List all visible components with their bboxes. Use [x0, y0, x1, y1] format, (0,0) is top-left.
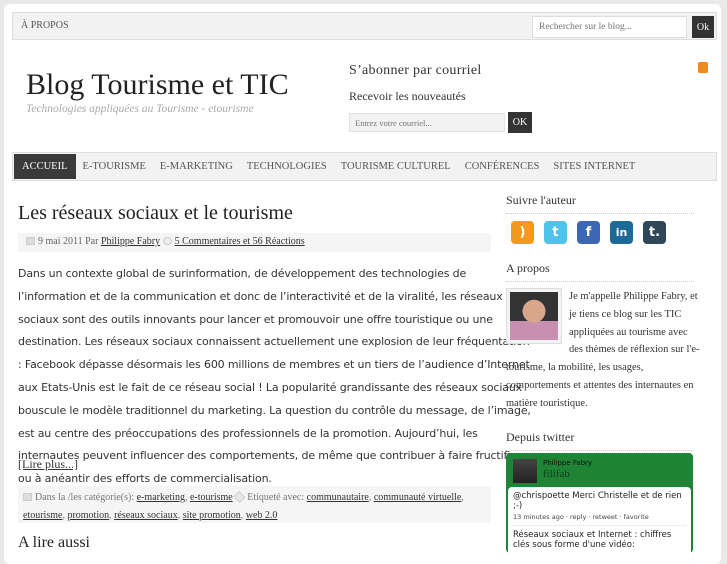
- nav-accueil[interactable]: ACCUEIL: [14, 154, 76, 179]
- tags-label: Etiqueté avec:: [247, 492, 305, 503]
- excerpt-line: sociaux sont des outils innovants pour l…: [18, 312, 493, 326]
- author-photo: [506, 288, 562, 344]
- author-link[interactable]: Philippe Fabry: [101, 236, 160, 247]
- subscribe-heading: S’abonner par courriel: [349, 63, 482, 78]
- excerpt-line: est au centre des préoccupations des pro…: [18, 426, 478, 440]
- site-title[interactable]: Blog Tourisme et TIC: [26, 68, 289, 102]
- facebook-icon[interactable]: f: [577, 221, 600, 244]
- tag-link[interactable]: web 2.0: [246, 510, 278, 521]
- rss-icon[interactable]: [698, 62, 708, 73]
- about-heading: A propos: [506, 261, 694, 282]
- tumblr-icon[interactable]: t.: [643, 221, 666, 244]
- tag-link[interactable]: communautaire: [307, 492, 369, 503]
- excerpt-line: Dans un contexte global de surinformatio…: [18, 267, 467, 280]
- about-widget: A propos: [506, 261, 694, 282]
- excerpt-line: bouscule le modèle traditionnel du marke…: [18, 403, 531, 417]
- nav-e-tourisme[interactable]: E-TOURISME: [76, 154, 153, 179]
- nav-sites-internet[interactable]: SITES INTERNET: [546, 154, 642, 179]
- excerpt-line: l’information et de la communication et …: [18, 289, 503, 303]
- folder-icon: [23, 493, 32, 501]
- post-meta: 9 mai 2011 Par Philippe Fabry 5 Commenta…: [18, 233, 491, 252]
- tag-link[interactable]: etourisme: [23, 510, 62, 521]
- twitter-name[interactable]: Philippe Fabry: [543, 459, 592, 467]
- nav-technologies[interactable]: TECHNOLOGIES: [240, 154, 334, 179]
- calendar-icon: [26, 237, 35, 245]
- category-link[interactable]: e-tourisme: [190, 492, 233, 503]
- comment-icon: [162, 237, 172, 245]
- twitter-icon[interactable]: t: [544, 221, 567, 244]
- linkedin-icon[interactable]: in: [610, 221, 633, 244]
- comments-link[interactable]: 5 Commentaires et 56 Réactions: [175, 236, 305, 247]
- site-tagline: Technologies appliquées au Tourisme - et…: [26, 103, 254, 115]
- post-excerpt: Dans un contexte global de surinformatio…: [18, 263, 531, 491]
- search-input[interactable]: [532, 16, 687, 38]
- excerpt-line: internautes peuvent influencer des compo…: [18, 449, 522, 463]
- twitter-avatar: [513, 459, 537, 483]
- twitter-widget: Depuis twitter: [506, 430, 694, 451]
- tweet-text: @chrispoette Merci Christelle et de rien…: [513, 491, 682, 511]
- twitter-feed: Philippe Fabry filifab @chrispoette Merc…: [506, 453, 693, 557]
- email-input[interactable]: [349, 113, 505, 132]
- categories-label: Dans la /les catégorie(s):: [35, 492, 135, 503]
- post-date: 9 mai 2011: [38, 236, 83, 247]
- excerpt-line: : Facebook dépasse désormais les 600 mil…: [18, 358, 530, 372]
- search-button[interactable]: Ok: [692, 16, 714, 38]
- about-link[interactable]: À PROPOS: [21, 20, 69, 31]
- twitter-heading: Depuis twitter: [506, 430, 694, 451]
- excerpt-line: destination. Les réseaux sociaux connais…: [18, 335, 530, 349]
- excerpt-line: aux Etats-Unis est le fait de ce réseau …: [18, 380, 523, 394]
- tweet-list: @chrispoette Merci Christelle et de rien…: [508, 487, 691, 557]
- category-link[interactable]: e-marketing: [137, 492, 185, 503]
- nav-e-marketing[interactable]: E-MARKETING: [153, 154, 240, 179]
- main-nav: ACCUEIL E-TOURISME E-MARKETING TECHNOLOG…: [12, 152, 717, 181]
- related-heading: A lire aussi: [18, 534, 90, 551]
- follow-heading: Suivre l'auteur: [506, 193, 694, 214]
- tag-link[interactable]: site promotion: [183, 510, 241, 521]
- read-more-link[interactable]: [Lire plus...]: [18, 457, 78, 472]
- tag-link[interactable]: réseaux sociaux: [114, 510, 178, 521]
- tag-icon: [233, 490, 246, 504]
- email-subscribe-button[interactable]: OK: [508, 112, 532, 133]
- tweet-meta[interactable]: 13 minutes ago · reply · retweet · favor…: [513, 513, 686, 526]
- top-bar: À PROPOS Ok: [12, 12, 717, 40]
- post-title[interactable]: Les réseaux sociaux et le tourisme: [18, 202, 293, 225]
- twitter-username[interactable]: filifab: [543, 468, 683, 480]
- nav-conferences[interactable]: CONFÉRENCES: [458, 154, 547, 179]
- subscribe-text: Recevoir les nouveautés: [349, 89, 466, 103]
- post-taxonomy: Dans la /les catégorie(s): e-marketing, …: [18, 486, 491, 523]
- tag-link[interactable]: promotion: [67, 510, 109, 521]
- nav-tourisme-culturel[interactable]: TOURISME CULTUREL: [334, 154, 458, 179]
- by-label: Par: [85, 236, 99, 247]
- tweet-text: Réseaux sociaux et Internet : chiffres c…: [513, 530, 672, 550]
- rss-icon[interactable]: ): [511, 221, 534, 244]
- follow-widget: Suivre l'auteur: [506, 193, 694, 214]
- tag-link[interactable]: communauté virtuelle: [374, 492, 461, 503]
